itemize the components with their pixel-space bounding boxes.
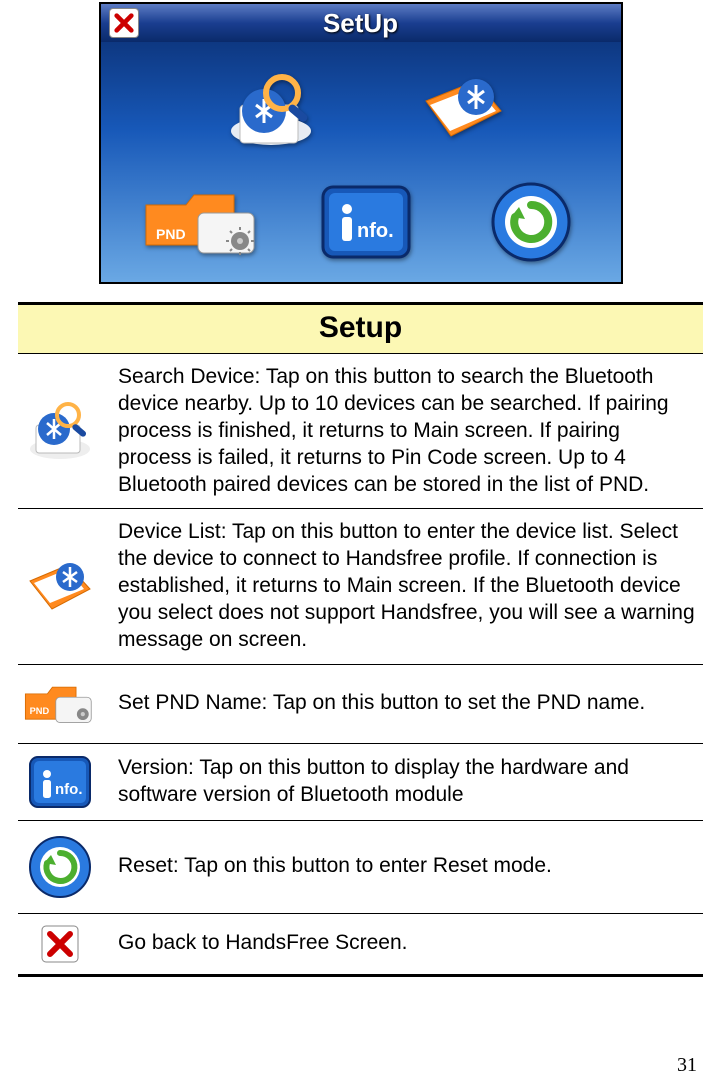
reset-icon xyxy=(481,175,581,269)
reset-description: Reset: Tap on this button to enter Reset… xyxy=(118,853,699,880)
table-row: Search Device: Tap on this button to sea… xyxy=(18,354,703,509)
device-setup-screen: SetUp xyxy=(99,2,623,284)
close-button[interactable] xyxy=(109,8,139,38)
pnd-folder-icon: PND xyxy=(136,177,266,267)
device-list-description: Device List: Tap on this button to enter… xyxy=(118,519,699,653)
version-description: Version: Tap on this button to display t… xyxy=(118,755,699,809)
titlebar-title: SetUp xyxy=(323,8,398,39)
device-list-icon xyxy=(406,61,516,161)
set-pnd-name-button[interactable]: PND xyxy=(131,172,271,272)
table-row: Device List: Tap on this button to enter… xyxy=(18,509,703,664)
device-list-icon xyxy=(22,551,98,623)
titlebar: SetUp xyxy=(101,4,621,42)
table-row: nfo. Version: Tap on this button to disp… xyxy=(18,744,703,821)
close-description: Go back to HandsFree Screen. xyxy=(118,930,699,957)
info-icon: nfo. xyxy=(311,175,421,269)
table-row: Reset: Tap on this button to enter Reset… xyxy=(18,821,703,914)
set-pnd-name-description: Set PND Name: Tap on this button to set … xyxy=(118,690,699,717)
svg-text:PND: PND xyxy=(156,226,186,242)
page-number: 31 xyxy=(677,1054,697,1077)
svg-text:nfo.: nfo. xyxy=(357,220,394,242)
search-device-icon xyxy=(22,393,98,469)
close-icon xyxy=(40,924,80,964)
svg-text:nfo.: nfo. xyxy=(55,781,83,798)
table-row: Go back to HandsFree Screen. xyxy=(18,914,703,977)
table-row: PND Set PND Name: Tap on this button to … xyxy=(18,665,703,744)
search-device-description: Search Device: Tap on this button to sea… xyxy=(118,364,699,498)
version-info-button[interactable]: nfo. xyxy=(301,172,431,272)
reset-button[interactable] xyxy=(471,172,591,272)
device-list-button[interactable] xyxy=(401,56,521,166)
search-device-icon xyxy=(216,61,326,161)
reset-icon xyxy=(24,831,96,903)
svg-text:PND: PND xyxy=(30,706,50,716)
pnd-folder-icon: PND xyxy=(22,675,98,733)
close-icon xyxy=(113,12,135,34)
section-title: Setup xyxy=(18,305,703,353)
info-icon: nfo. xyxy=(27,754,93,810)
search-device-button[interactable] xyxy=(211,56,331,166)
